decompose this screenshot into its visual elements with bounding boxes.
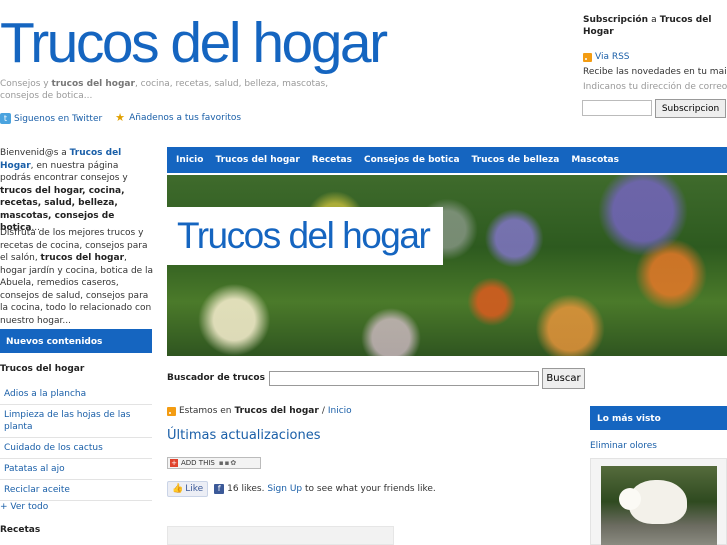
nav-item-mascotas[interactable]: Mascotas bbox=[571, 155, 619, 165]
twitter-link[interactable]: t Siguenos en Twitter bbox=[0, 113, 102, 124]
facebook-like-row: 👍 Like f 16 likes. Sign Up to see what yo… bbox=[167, 481, 436, 497]
search-button[interactable]: Buscar bbox=[542, 368, 585, 389]
subscription-title-a: a bbox=[651, 15, 657, 25]
search-label: Buscador de trucos bbox=[167, 373, 265, 383]
subscription-title-1: Subscripción bbox=[583, 15, 648, 25]
site-tagline: Consejos y trucos del hogar, cocina, rec… bbox=[0, 78, 368, 102]
intro-p2-bold: trucos del hogar bbox=[40, 253, 125, 263]
most-viewed-header: Lo más visto bbox=[590, 406, 727, 430]
nav-item-inicio[interactable]: Inicio bbox=[176, 155, 203, 165]
ver-todo-link[interactable]: + Ver todo bbox=[0, 502, 48, 512]
addthis-button[interactable]: + ADD THIS ▪▪✿ bbox=[167, 457, 261, 469]
dog-photo[interactable] bbox=[601, 466, 717, 545]
trucos-list: Adios a la plancha Limpieza de las hojas… bbox=[0, 384, 152, 501]
banner-title: Trucos del hogar bbox=[167, 207, 443, 265]
intro-p2-post: , hogar jardín y cocina, botica de la Ab… bbox=[0, 253, 154, 326]
tagline-bold: trucos del hogar bbox=[51, 79, 135, 89]
rss-icon bbox=[167, 406, 176, 416]
favorites-link-label[interactable]: Añadenos a tus favoritos bbox=[129, 113, 241, 123]
site-title[interactable]: Trucos del hogar bbox=[0, 8, 388, 78]
addthis-label: ADD THIS bbox=[181, 459, 215, 467]
dog-head bbox=[619, 488, 641, 510]
intro-p1-pre: Bienvenid@s a bbox=[0, 148, 70, 158]
header-links: t Siguenos en Twitter ★ Añadenos a tus fav… bbox=[0, 112, 251, 124]
subscription-description: Recibe las novedades en tu mail. bbox=[583, 67, 727, 77]
most-viewed-item[interactable]: Eliminar olores bbox=[590, 441, 657, 451]
new-content-header: Nuevos contenidos bbox=[0, 329, 152, 353]
share-services-icon: ▪▪✿ bbox=[218, 459, 238, 467]
plus-icon: + bbox=[170, 459, 178, 467]
main-nav: Inicio Trucos del hogar Recetas Consejos… bbox=[167, 147, 727, 173]
breadcrumb-prefix: Estamos en bbox=[179, 406, 232, 416]
breadcrumb: Estamos en Trucos del hogar / Inicio bbox=[167, 406, 352, 416]
signup-link[interactable]: Sign Up bbox=[267, 484, 302, 494]
nav-item-botica[interactable]: Consejos de botica bbox=[364, 155, 460, 165]
signup-post: to see what your friends like. bbox=[305, 484, 436, 494]
twitter-icon: t bbox=[0, 113, 11, 124]
content-box bbox=[167, 526, 394, 545]
rss-link[interactable]: Via RSS bbox=[583, 52, 630, 62]
rss-icon bbox=[583, 52, 592, 62]
rss-label[interactable]: Via RSS bbox=[595, 52, 630, 62]
favorites-link[interactable]: ★ Añadenos a tus favoritos bbox=[115, 112, 241, 123]
facebook-icon: f bbox=[214, 484, 225, 494]
search-input[interactable] bbox=[269, 371, 539, 386]
thumbs-up-icon: 👍 bbox=[172, 484, 184, 494]
like-button-label: Like bbox=[185, 484, 204, 494]
trucos-heading: Trucos del hogar bbox=[0, 364, 85, 374]
list-item[interactable]: Limpieza de las hojas de las planta bbox=[0, 405, 152, 438]
breadcrumb-separator: / bbox=[321, 406, 325, 416]
list-item[interactable]: Patatas al ajo bbox=[0, 459, 152, 480]
intro-paragraph-2: Disfruta de los mejores trucos y recetas… bbox=[0, 227, 155, 327]
tagline-pre: Consejos y bbox=[0, 79, 52, 89]
recetas-heading: Recetas bbox=[0, 525, 41, 535]
subscription-hint: Indicanos tu dirección de correo. bbox=[583, 82, 727, 92]
breadcrumb-section: Trucos del hogar bbox=[234, 406, 319, 416]
facebook-like-button[interactable]: 👍 Like bbox=[167, 481, 209, 497]
email-field[interactable] bbox=[582, 100, 652, 116]
twitter-link-label[interactable]: Siguenos en Twitter bbox=[14, 114, 102, 124]
garden-banner: Trucos del hogar bbox=[167, 175, 727, 356]
list-item[interactable]: Adios a la plancha bbox=[0, 384, 152, 405]
likes-count: 16 likes. bbox=[227, 484, 265, 494]
nav-item-trucos[interactable]: Trucos del hogar bbox=[215, 155, 299, 165]
list-item[interactable]: Reciclar aceite bbox=[0, 480, 152, 501]
subscription-title: Subscripción a Trucos del Hogar bbox=[583, 14, 723, 38]
page-title: Últimas actualizaciones bbox=[167, 428, 321, 443]
nav-item-belleza[interactable]: Trucos de belleza bbox=[472, 155, 560, 165]
intro-p1-bold: trucos del hogar, cocina, recetas, salud… bbox=[0, 185, 125, 234]
nav-item-recetas[interactable]: Recetas bbox=[312, 155, 352, 165]
star-icon: ★ bbox=[115, 111, 125, 124]
subscribe-button[interactable]: Subscripcion bbox=[655, 99, 726, 118]
intro-paragraph-1: Bienvenid@s a Trucos del Hogar, en nuest… bbox=[0, 147, 152, 235]
list-item[interactable]: Cuidado de los cactus bbox=[0, 438, 152, 459]
breadcrumb-current[interactable]: Inicio bbox=[328, 406, 352, 416]
